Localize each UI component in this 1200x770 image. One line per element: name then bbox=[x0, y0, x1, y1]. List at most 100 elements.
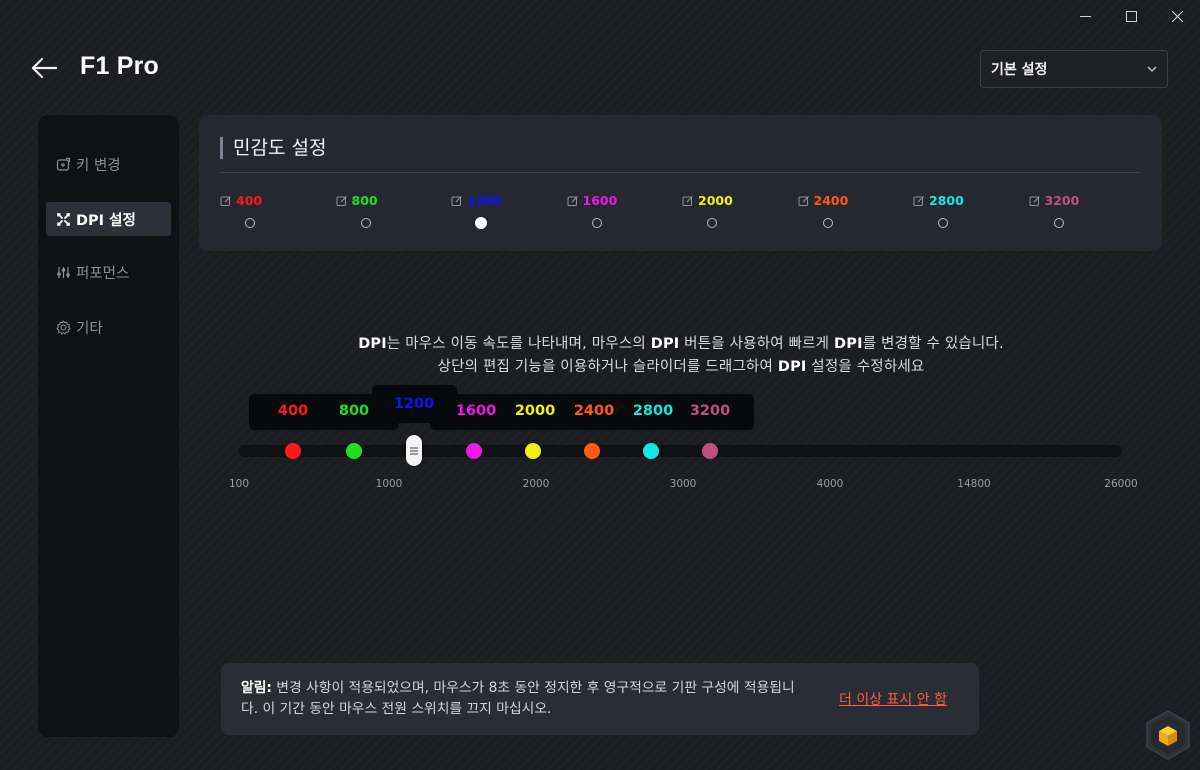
slider-dot[interactable] bbox=[643, 443, 659, 459]
desc-bold: DPI bbox=[777, 359, 807, 375]
tick-label: 4000 bbox=[816, 478, 844, 490]
dpi-option-label: 400 bbox=[220, 193, 280, 208]
desc-bold: DPI bbox=[650, 336, 680, 352]
dpi-value: 1200 bbox=[467, 193, 502, 208]
back-button[interactable] bbox=[30, 54, 60, 82]
edit-icon[interactable] bbox=[1029, 195, 1041, 207]
dpi-value: 3200 bbox=[1044, 193, 1080, 208]
sidebar-item-dpi[interactable]: DPI 설정 bbox=[46, 202, 171, 236]
dpi-option[interactable]: 3200 bbox=[1029, 193, 1089, 228]
dpi-value: 800 bbox=[351, 193, 378, 208]
slider-dot[interactable] bbox=[584, 443, 600, 459]
desc-text: 상단의 편집 기능을 이용하거나 슬라이더를 드래그하여 bbox=[437, 359, 778, 375]
dpi-value: 400 bbox=[236, 193, 263, 208]
tick-label: 100 bbox=[228, 478, 250, 490]
desc-bold: DPI bbox=[358, 336, 387, 352]
sidebar-item-performance[interactable]: 퍼포먼스 bbox=[46, 255, 171, 289]
sidebar-item-key-remap[interactable]: 키 변경 bbox=[46, 147, 171, 181]
edit-icon[interactable] bbox=[567, 195, 579, 207]
notice-text: 알림: 변경 사항이 적용되었으며, 마우스가 8초 동안 정지한 후 영구적으… bbox=[241, 678, 811, 720]
edit-icon[interactable] bbox=[220, 195, 232, 207]
slider-dot[interactable] bbox=[285, 443, 301, 459]
divider bbox=[220, 172, 1141, 173]
dpi-option[interactable]: 2000 bbox=[682, 193, 742, 228]
key-remap-icon bbox=[56, 157, 71, 171]
bubble-label: 2400 bbox=[573, 403, 615, 419]
description-line-1: DPI는 마우스 이동 속도를 나타내며, 마우스의 DPI 버튼을 사용하여 … bbox=[200, 332, 1162, 353]
close-button[interactable] bbox=[1154, 0, 1200, 32]
maximize-icon bbox=[1125, 10, 1137, 22]
dpi-radio[interactable] bbox=[938, 218, 948, 228]
dpi-radio[interactable] bbox=[591, 218, 602, 228]
dpi-option[interactable]: 800 bbox=[336, 193, 396, 228]
edit-icon[interactable] bbox=[682, 195, 694, 207]
maximize-button[interactable] bbox=[1108, 0, 1154, 32]
device-title: F1 Pro bbox=[80, 52, 159, 80]
bubble-label: 400 bbox=[277, 403, 309, 419]
dpi-radio[interactable] bbox=[822, 218, 833, 228]
dpi-option[interactable]: 2400 bbox=[798, 193, 858, 228]
dpi-value: 2000 bbox=[698, 193, 733, 208]
card-title: 민감도 설정 bbox=[220, 137, 326, 159]
slider-dot[interactable] bbox=[346, 443, 362, 459]
cube-icon bbox=[1146, 710, 1190, 760]
dpi-icon bbox=[57, 212, 70, 226]
dpi-radio[interactable] bbox=[245, 218, 255, 228]
dpi-option-label: 3200 bbox=[1029, 193, 1089, 208]
dpi-radio[interactable] bbox=[360, 218, 371, 228]
slider-handle[interactable] bbox=[406, 435, 422, 466]
gear-icon bbox=[56, 319, 71, 335]
cube-logo bbox=[1145, 710, 1191, 760]
arrow-left-icon bbox=[31, 57, 58, 79]
preset-dropdown[interactable]: 기본 설정 bbox=[980, 50, 1168, 88]
tick-label: 26000 bbox=[1104, 478, 1138, 490]
bubble-label: 1600 bbox=[455, 403, 497, 419]
dpi-option[interactable]: 400 bbox=[220, 193, 280, 228]
notice-banner: 알림: 변경 사항이 적용되었으며, 마우스가 8초 동안 정지한 후 영구적으… bbox=[221, 663, 979, 735]
sidebar-item-label: DPI 설정 bbox=[76, 212, 136, 229]
dpi-option[interactable]: 1200 bbox=[451, 193, 511, 229]
dismiss-link[interactable]: 더 이상 표시 안 함 bbox=[839, 689, 947, 709]
edit-icon[interactable] bbox=[913, 195, 925, 207]
notice-bold: 알림: bbox=[241, 680, 272, 696]
minimize-button[interactable] bbox=[1062, 0, 1108, 32]
sensitivity-card: 민감도 설정 400 800 1200 1600 2000 2400 2800 3200 bbox=[199, 115, 1162, 251]
slider-track[interactable] bbox=[239, 445, 1122, 457]
chevron-down-icon bbox=[1147, 66, 1157, 72]
bubble-label: 2800 bbox=[632, 403, 674, 419]
dpi-option-label: 1200 bbox=[451, 193, 511, 208]
tick-label: 14800 bbox=[957, 478, 991, 490]
close-icon bbox=[1171, 10, 1183, 22]
dpi-option-label: 1600 bbox=[567, 193, 627, 208]
tick-label: 1000 bbox=[375, 478, 403, 490]
minimize-icon bbox=[1079, 15, 1091, 17]
dpi-radio[interactable] bbox=[707, 218, 717, 228]
desc-text: 설정을 수정하세요 bbox=[806, 359, 925, 375]
dpi-option[interactable]: 2800 bbox=[913, 193, 973, 228]
desc-bold: DPI bbox=[834, 336, 863, 352]
dpi-option[interactable]: 1600 bbox=[567, 193, 627, 228]
dpi-value: 2400 bbox=[813, 193, 849, 208]
bubble-label: 1200 bbox=[393, 396, 435, 412]
tick-label: 3000 bbox=[669, 478, 697, 490]
dpi-value: 2800 bbox=[929, 193, 964, 208]
preset-value: 기본 설정 bbox=[991, 62, 1048, 78]
slider-dot[interactable] bbox=[466, 443, 482, 459]
dpi-option-label: 2400 bbox=[798, 193, 858, 208]
performance-sliders-icon bbox=[57, 266, 70, 278]
bubble-label: 800 bbox=[338, 403, 370, 419]
dpi-option-label: 2800 bbox=[913, 193, 973, 208]
notice-body: 변경 사항이 적용되었으며, 마우스가 8초 동안 정지한 후 영구적으로 기판… bbox=[241, 680, 795, 717]
description-line-2: 상단의 편집 기능을 이용하거나 슬라이더를 드래그하여 DPI 설정을 수정하… bbox=[200, 355, 1162, 376]
slider-dot[interactable] bbox=[525, 443, 541, 459]
slider-dot[interactable] bbox=[702, 443, 718, 459]
sidebar-item-etc[interactable]: 기타 bbox=[46, 310, 171, 344]
desc-text: 버튼을 사용하여 빠르게 bbox=[679, 336, 835, 352]
desc-text: 는 마우스 이동 속도를 나타내며, 마우스의 bbox=[386, 336, 651, 352]
edit-icon[interactable] bbox=[451, 195, 463, 207]
bubble-label: 3200 bbox=[689, 403, 731, 419]
dpi-radio[interactable] bbox=[1053, 218, 1064, 228]
dpi-radio[interactable] bbox=[475, 217, 487, 229]
edit-icon[interactable] bbox=[798, 195, 810, 207]
edit-icon[interactable] bbox=[336, 195, 348, 207]
